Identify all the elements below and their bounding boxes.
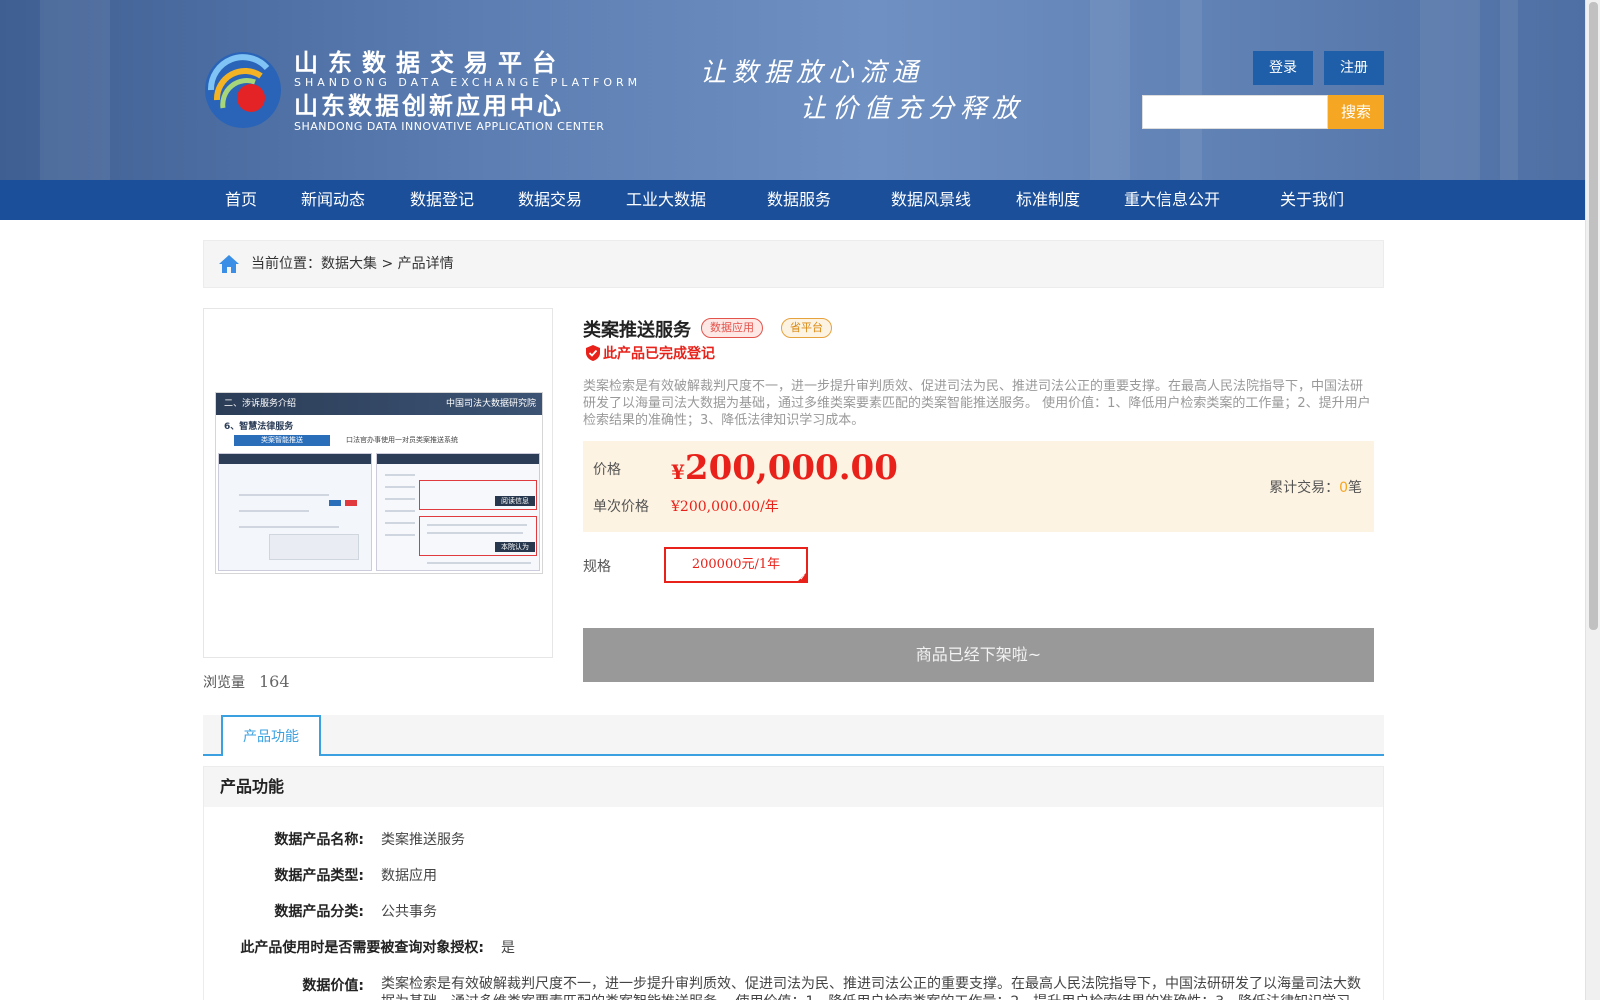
price-value: ¥200,000.00 [671, 448, 898, 488]
product-description: 类案检索是有效破解裁判尺度不一，进一步提升审判质效、促进司法为民、推进司法公正的… [583, 379, 1371, 428]
nav-item-data-register[interactable]: 数据登记 [410, 180, 474, 220]
row-key: 此产品使用时是否需要被查询对象授权: [240, 940, 484, 956]
view-count: 浏览量 164 [203, 672, 290, 692]
spec-label: 规格 [583, 559, 611, 575]
page: 山东数据交易平台 SHANDONG DATA EXCHANGE PLATFORM… [0, 0, 1600, 1000]
row-key: 数据价值: [302, 978, 364, 994]
shield-check-icon [586, 345, 600, 361]
registered-text: 此产品已完成登记 [603, 346, 715, 362]
image-panel-right: 阅读信息 本院认为 [376, 453, 540, 571]
register-button[interactable]: 注册 [1324, 51, 1384, 85]
home-icon [219, 255, 239, 273]
image-label-2: 本院认为 [495, 542, 535, 552]
spec-option[interactable]: 200000元/1年 ✓ [664, 547, 808, 583]
platform-badge: 省平台 [781, 318, 832, 338]
row-value: 是 [501, 940, 515, 956]
row-value: 类案推送服务 [381, 832, 465, 848]
brand-cn-title: 山东数据交易平台 [294, 49, 566, 77]
image-bar-text: 二、涉诉服务介绍 [224, 399, 297, 409]
row-key: 数据产品分类: [274, 904, 364, 920]
total-trades-unit: 笔 [1348, 480, 1362, 496]
breadcrumb-link[interactable]: 数据大集 [321, 256, 377, 272]
image-org-text: 中国司法大数据研究院 [445, 399, 536, 409]
price-currency: ¥ [671, 460, 685, 484]
off-shelf-button[interactable]: 商品已经下架啦~ [583, 628, 1374, 682]
page-scrollbar[interactable] [1585, 0, 1600, 1000]
image-note: 口法官办事使用一对员类案推送系统 [346, 436, 458, 444]
row-value: 公共事务 [381, 904, 437, 920]
site-header: 山东数据交易平台 SHANDONG DATA EXCHANGE PLATFORM… [0, 0, 1585, 180]
row-value: 数据应用 [381, 868, 437, 884]
nav-item-data-trade[interactable]: 数据交易 [518, 180, 582, 220]
image-header-bar: 二、涉诉服务介绍 中国司法大数据研究院 [216, 393, 542, 415]
nav-item-standards[interactable]: 标准制度 [1016, 180, 1080, 220]
data-value-text: 类案检索是有效破解裁判尺度不一，进一步提升审判质效、促进司法为民、推进司法公正的… [381, 976, 1361, 1000]
nav-item-home[interactable]: 首页 [225, 180, 257, 220]
breadcrumb-prefix: 当前位置： [251, 256, 321, 272]
image-label-1: 阅读信息 [495, 496, 535, 506]
nav-item-data-service[interactable]: 数据服务 [767, 180, 831, 220]
detail-tabs: 产品功能 [203, 715, 1384, 756]
product-function-section: 产品功能 数据产品名称: 类案推送服务 数据产品类型: 数据应用 数据产品分类:… [203, 766, 1384, 1000]
section-title: 产品功能 [204, 767, 1383, 807]
image-tab: 类案智能推送 [234, 435, 330, 446]
scrollbar-thumb[interactable] [1589, 2, 1598, 630]
views-label: 浏览量 [203, 675, 245, 691]
total-trades: 累计交易：0笔 [1269, 477, 1362, 497]
breadcrumb-current: 产品详情 [397, 256, 454, 272]
image-subtitle: 6、智慧法律服务 [224, 422, 294, 432]
product-image[interactable]: 二、涉诉服务介绍 中国司法大数据研究院 6、智慧法律服务 类案智能推送 口法官办事… [215, 392, 543, 574]
platform-logo-icon [205, 52, 281, 128]
brand-cn-subtitle: 山东数据创新应用中心 [294, 92, 564, 120]
breadcrumb: 当前位置：数据大集 > 产品详情 [203, 240, 1384, 288]
single-price-label: 单次价格 [593, 499, 649, 515]
nav-item-data-landscape[interactable]: 数据风景线 [891, 180, 971, 220]
slogan-line-2: 让价值充分释放 [800, 94, 1025, 124]
breadcrumb-text: 当前位置：数据大集 > 产品详情 [251, 241, 454, 287]
nav-item-industrial-data[interactable]: 工业大数据 [626, 180, 706, 220]
spec-option-text: 200000元/1年 [691, 557, 781, 572]
views-number: 164 [259, 672, 290, 691]
type-badge: 数据应用 [701, 318, 763, 338]
check-icon: ✓ [799, 573, 806, 582]
nav-item-about[interactable]: 关于我们 [1280, 180, 1344, 220]
slogan-line-1: 让数据放心流通 [700, 58, 925, 88]
price-label: 价格 [593, 462, 621, 478]
registered-notice: 此产品已完成登记 [586, 343, 715, 363]
brand-en-title: SHANDONG DATA EXCHANGE PLATFORM [294, 76, 642, 89]
product-title: 类案推送服务 [583, 320, 691, 341]
search-button[interactable]: 搜索 [1328, 95, 1384, 129]
price-box: 价格 ¥200,000.00 单次价格 ¥200,000.00/年 累计交易：0… [583, 441, 1374, 532]
tab-product-function[interactable]: 产品功能 [221, 715, 321, 756]
row-key: 数据产品名称: [274, 832, 364, 848]
nav-item-disclosure[interactable]: 重大信息公开 [1124, 180, 1220, 220]
row-key: 数据产品类型: [274, 868, 364, 884]
nav-item-news[interactable]: 新闻动态 [301, 180, 365, 220]
price-amount: 200,000.00 [684, 448, 898, 488]
total-trades-count: 0 [1339, 480, 1348, 496]
image-panel-left [218, 453, 372, 571]
product-image-frame: 二、涉诉服务介绍 中国司法大数据研究院 6、智慧法律服务 类案智能推送 口法官办事… [203, 308, 553, 658]
single-price-value: ¥200,000.00/年 [671, 499, 779, 515]
brand-en-subtitle: SHANDONG DATA INNOVATIVE APPLICATION CEN… [294, 120, 605, 133]
total-trades-label: 累计交易： [1269, 480, 1340, 496]
main-nav: 首页 新闻动态 数据登记 数据交易 工业大数据 数据服务 数据风景线 标准制度 … [0, 180, 1585, 220]
breadcrumb-sep: > [377, 256, 398, 272]
login-button[interactable]: 登录 [1253, 51, 1313, 85]
brand-text: 山东数据交易平台 SHANDONG DATA EXCHANGE PLATFORM… [294, 50, 641, 134]
search-input[interactable] [1142, 95, 1328, 129]
